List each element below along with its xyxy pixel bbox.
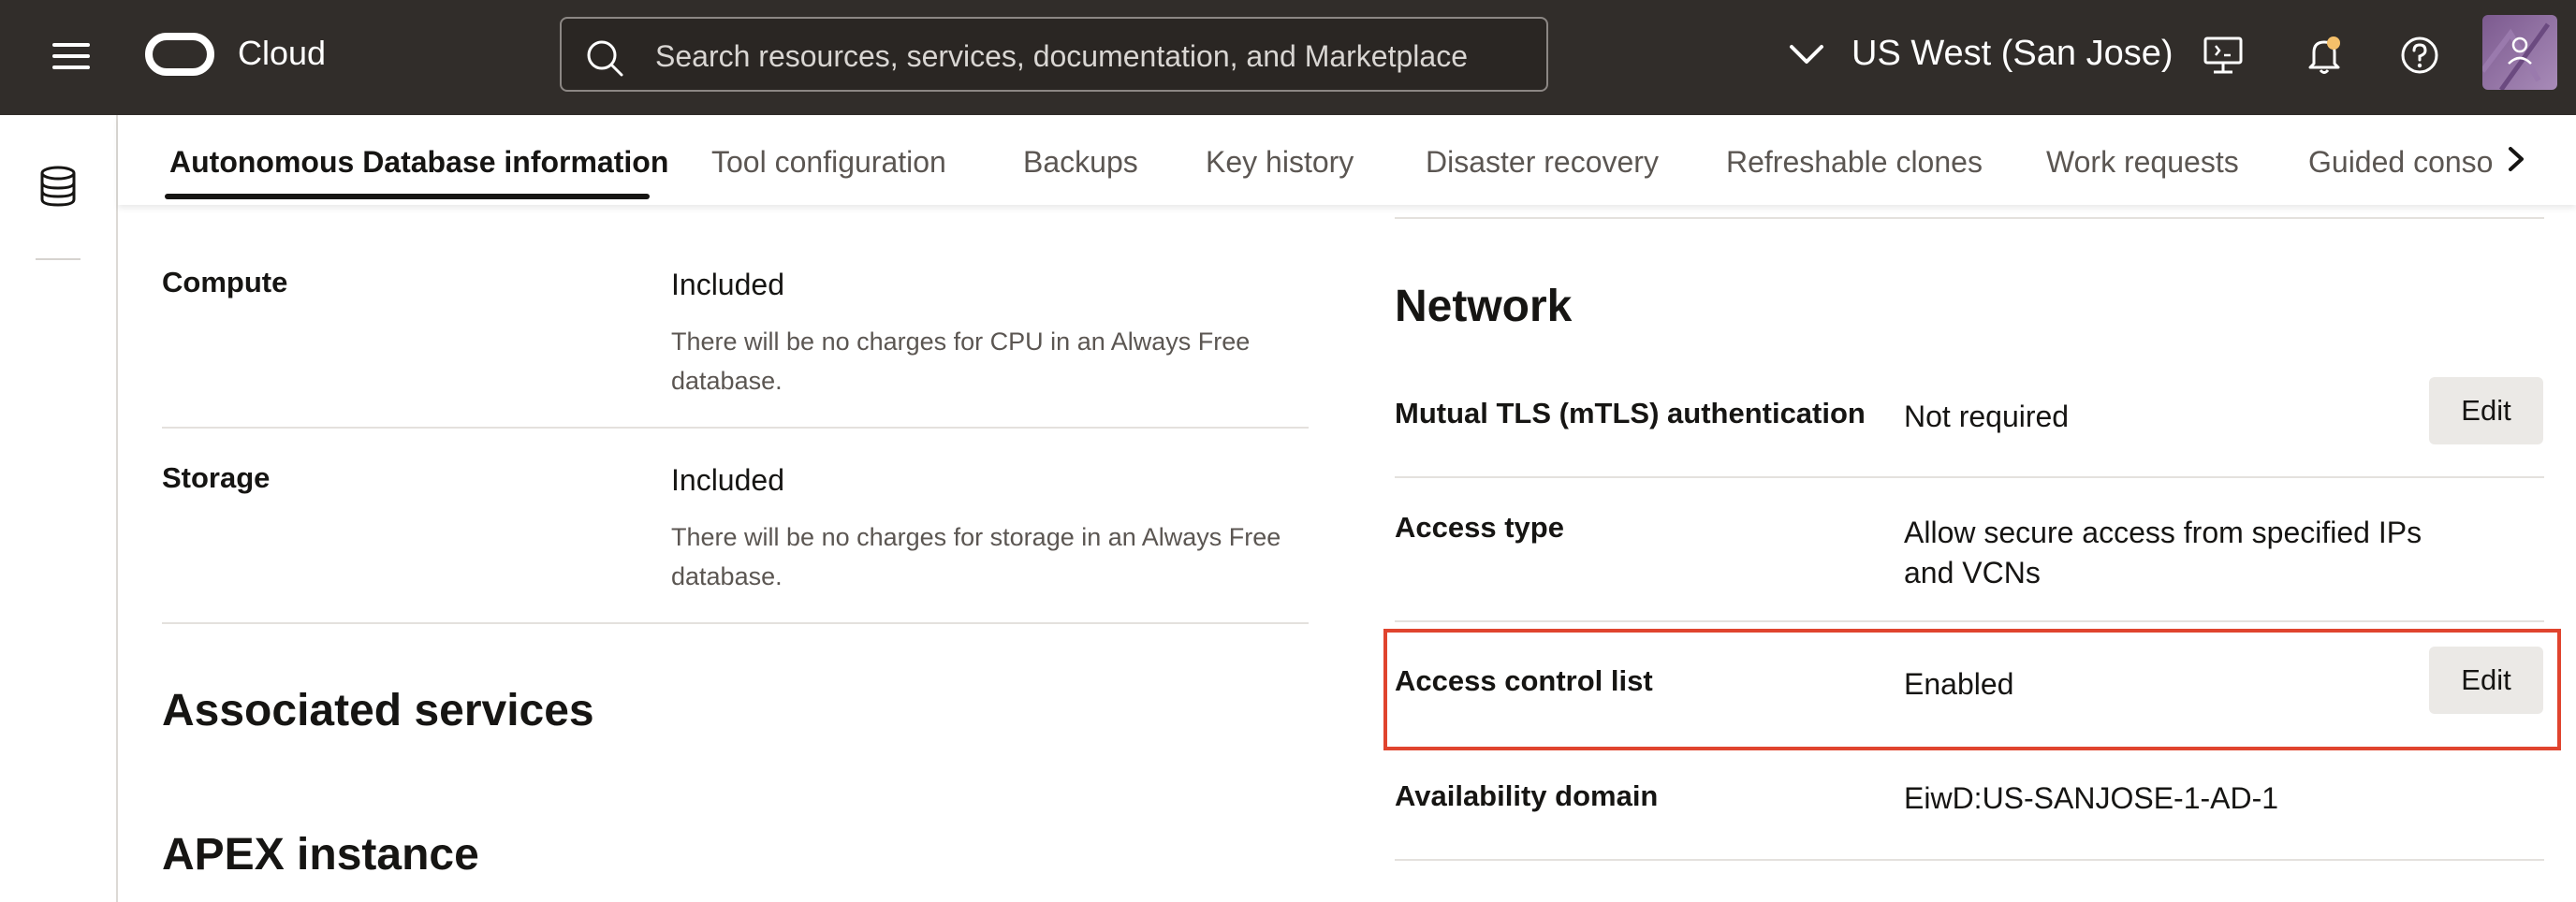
- database-icon[interactable]: [36, 164, 80, 209]
- menu-icon[interactable]: [52, 41, 92, 71]
- tab-tool-configuration[interactable]: Tool configuration: [711, 145, 946, 180]
- storage-description: There will be no charges for storage in …: [671, 523, 1281, 590]
- storage-value: Included: [671, 463, 784, 497]
- tab-autonomous-database-information[interactable]: Autonomous Database information: [169, 145, 668, 180]
- divider: [1395, 859, 2544, 861]
- tab-bar: Autonomous Database information Tool con…: [118, 115, 2576, 205]
- mtls-label: Mutual TLS (mTLS) authentication: [1395, 397, 1866, 429]
- top-bar: Cloud Search resources, services, docume…: [0, 0, 2576, 115]
- availability-domain-value: EiwD:US-SANJOSE-1-AD-1: [1904, 781, 2279, 815]
- access-control-list-label: Access control list: [1395, 664, 1653, 697]
- compute-description: There will be no charges for CPU in an A…: [671, 327, 1251, 395]
- notifications-icon[interactable]: [2303, 34, 2346, 77]
- chevron-right-icon[interactable]: [2486, 136, 2546, 182]
- storage-label: Storage: [162, 461, 271, 494]
- avatar[interactable]: [2482, 15, 2557, 90]
- edit-access-control-list-button[interactable]: Edit: [2429, 647, 2543, 714]
- tab-guided-console[interactable]: Guided conso: [2308, 145, 2493, 180]
- apex-instance-title: APEX instance: [162, 830, 479, 880]
- divider: [162, 622, 1309, 624]
- compute-value: Included: [671, 268, 784, 301]
- associated-services-title: Associated services: [162, 686, 594, 735]
- oracle-logo[interactable]: [145, 33, 214, 76]
- divider: [1395, 217, 2544, 219]
- availability-domain-label: Availability domain: [1395, 779, 1659, 812]
- search-input[interactable]: Search resources, services, documentatio…: [560, 17, 1548, 92]
- divider: [162, 427, 1309, 429]
- cloud-shell-icon[interactable]: [2202, 34, 2245, 77]
- user-icon: [2482, 22, 2551, 90]
- tab-key-history[interactable]: Key history: [1206, 145, 1354, 180]
- left-rail: [0, 115, 118, 902]
- access-type-label: Access type: [1395, 511, 1564, 544]
- access-control-list-value: Enabled: [1904, 667, 2014, 701]
- app-name[interactable]: Cloud: [238, 34, 326, 73]
- active-tab-indicator: [165, 194, 650, 199]
- mtls-value: Not required: [1904, 400, 2070, 433]
- rail-divider: [36, 258, 80, 260]
- search-icon: [587, 40, 623, 77]
- tab-disaster-recovery[interactable]: Disaster recovery: [1426, 145, 1659, 180]
- edit-mtls-button[interactable]: Edit: [2429, 377, 2543, 444]
- search-placeholder: Search resources, services, documentatio…: [655, 39, 1468, 73]
- tab-backups[interactable]: Backups: [1023, 145, 1138, 180]
- compute-label: Compute: [162, 266, 288, 298]
- divider: [1395, 620, 2544, 622]
- network-title: Network: [1395, 282, 1573, 331]
- help-icon[interactable]: [2398, 34, 2441, 77]
- tab-work-requests[interactable]: Work requests: [2046, 145, 2239, 180]
- divider: [1395, 476, 2544, 478]
- tab-refreshable-clones[interactable]: Refreshable clones: [1726, 145, 1983, 180]
- access-type-value: Allow secure access from specified IPs a…: [1904, 516, 2422, 589]
- region-label: US West (San Jose): [1852, 34, 2174, 73]
- chevron-down-icon: [1790, 45, 1823, 64]
